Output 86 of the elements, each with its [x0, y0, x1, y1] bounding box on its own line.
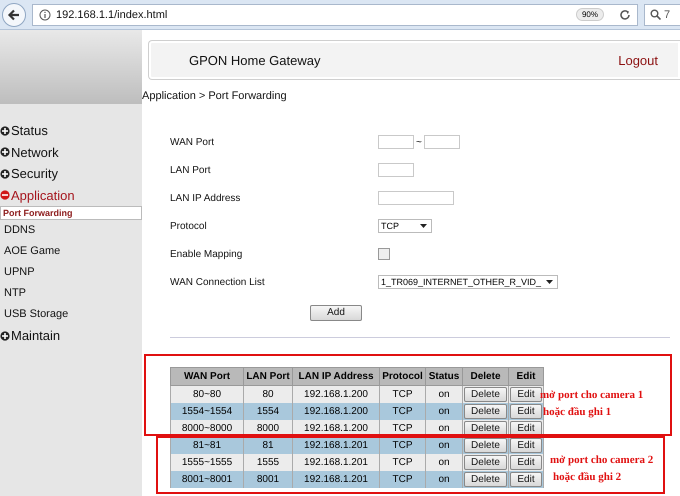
menu-item[interactable]: DDNS	[0, 220, 142, 241]
back-button[interactable]	[2, 2, 26, 26]
field-label: Protocol	[170, 220, 208, 232]
delete-button[interactable]: Delete	[464, 386, 507, 402]
table-cell: 192.168.1.200	[292, 385, 380, 402]
column-header: Status	[426, 367, 462, 385]
table-cell: 1554~1554	[170, 402, 244, 420]
plus-icon	[0, 168, 10, 179]
dropdown[interactable]: 1_TR069_INTERNET_OTHER_R_VID_	[378, 275, 558, 289]
menu-group[interactable]: Maintain	[0, 325, 142, 346]
field-label: Enable Mapping	[170, 248, 244, 260]
menu-item[interactable]: AOE Game	[0, 241, 142, 262]
annotation-note: mở port cho camera 1 hoặc đầu ghi 1	[540, 388, 644, 420]
search-field[interactable]: 7	[644, 4, 680, 26]
delete-button[interactable]: Delete	[464, 438, 507, 452]
gateway-title: GPON Home Gateway	[189, 52, 320, 68]
field-label: LAN Port	[170, 164, 212, 176]
logout-link[interactable]: Logout	[618, 52, 658, 68]
table-cell: 80	[244, 385, 292, 402]
input-field[interactable]	[424, 135, 460, 149]
dropdown[interactable]: TCP	[378, 219, 432, 233]
column-header: Protocol	[380, 367, 426, 385]
field-label: LAN IP Address	[170, 192, 242, 204]
minus-icon	[0, 190, 10, 200]
plus-icon	[0, 147, 10, 158]
column-header: WAN Port	[170, 367, 244, 385]
menu-item[interactable]: Port Forwarding	[0, 206, 142, 220]
delete-button[interactable]: Delete	[464, 420, 507, 436]
column-header: Edit	[508, 367, 544, 385]
table-cell: 192.168.1.200	[292, 402, 380, 420]
table-cell: TCP	[380, 454, 426, 470]
field-label: WAN Port	[170, 136, 216, 148]
column-header: LAN IP Address	[292, 367, 380, 385]
annotation-note: mở port cho camera 2 hoặc đầu ghi 2	[550, 453, 654, 485]
input-field[interactable]	[378, 135, 414, 149]
column-header: LAN Port	[244, 367, 292, 385]
caret-icon	[546, 280, 553, 284]
input-field[interactable]	[378, 163, 414, 177]
table-cell: on	[426, 402, 462, 420]
edit-button[interactable]: Edit	[510, 454, 542, 470]
table-cell: 8001~8001	[170, 470, 244, 488]
table-cell: TCP	[380, 385, 426, 402]
delete-button[interactable]: Delete	[464, 472, 507, 486]
table-cell: 1555~1555	[170, 454, 244, 470]
delete-button[interactable]: Delete	[464, 454, 507, 470]
table-cell: TCP	[380, 402, 426, 420]
menu-group[interactable]: Network	[0, 142, 142, 163]
delete-button[interactable]: Delete	[464, 404, 507, 418]
search-text: 7	[664, 8, 670, 20]
menu-item[interactable]: UPNP	[0, 262, 142, 283]
table-cell: 80~80	[170, 385, 244, 402]
plus-icon	[0, 330, 10, 341]
edit-button[interactable]: Edit	[510, 438, 542, 452]
table-cell: on	[426, 454, 462, 470]
breadcrumb: Application > Port Forwarding	[142, 90, 288, 102]
table-cell: 192.168.1.201	[292, 454, 380, 470]
search-icon	[650, 9, 661, 20]
table-cell: TCP	[380, 470, 426, 488]
table-cell: 192.168.1.201	[292, 470, 380, 488]
table-cell: on	[426, 470, 462, 488]
menu-item[interactable]: NTP	[0, 283, 142, 304]
menu-group[interactable]: Status	[0, 120, 142, 142]
input-field[interactable]	[378, 191, 454, 205]
table-cell: 8001	[244, 470, 292, 488]
table-cell: on	[426, 385, 462, 402]
url-text: 192.168.1.1/index.html	[56, 8, 168, 20]
menu-group[interactable]: Application	[0, 184, 142, 206]
info-icon	[39, 8, 51, 20]
field-label: WAN Connection List	[170, 276, 266, 288]
caret-icon	[420, 224, 427, 228]
table-cell: 1554	[244, 402, 292, 420]
edit-button[interactable]: Edit	[510, 404, 542, 418]
edit-button[interactable]: Edit	[510, 472, 542, 486]
column-header: Delete	[462, 367, 508, 385]
plus-icon	[0, 126, 10, 136]
menu-item[interactable]: USB Storage	[0, 304, 142, 325]
reload-icon[interactable]	[619, 8, 631, 20]
add-button[interactable]: Add	[310, 304, 362, 320]
menu-group[interactable]: Security	[0, 163, 142, 184]
address-bar[interactable]: 192.168.1.1/index.html 90%	[32, 4, 638, 26]
range-separator: ~	[416, 136, 422, 148]
checkbox[interactable]	[378, 248, 390, 260]
back-arrow-icon	[7, 8, 21, 22]
edit-button[interactable]: Edit	[510, 420, 542, 436]
table-cell: 1555	[244, 454, 292, 470]
zoom-level[interactable]: 90%	[576, 8, 604, 21]
